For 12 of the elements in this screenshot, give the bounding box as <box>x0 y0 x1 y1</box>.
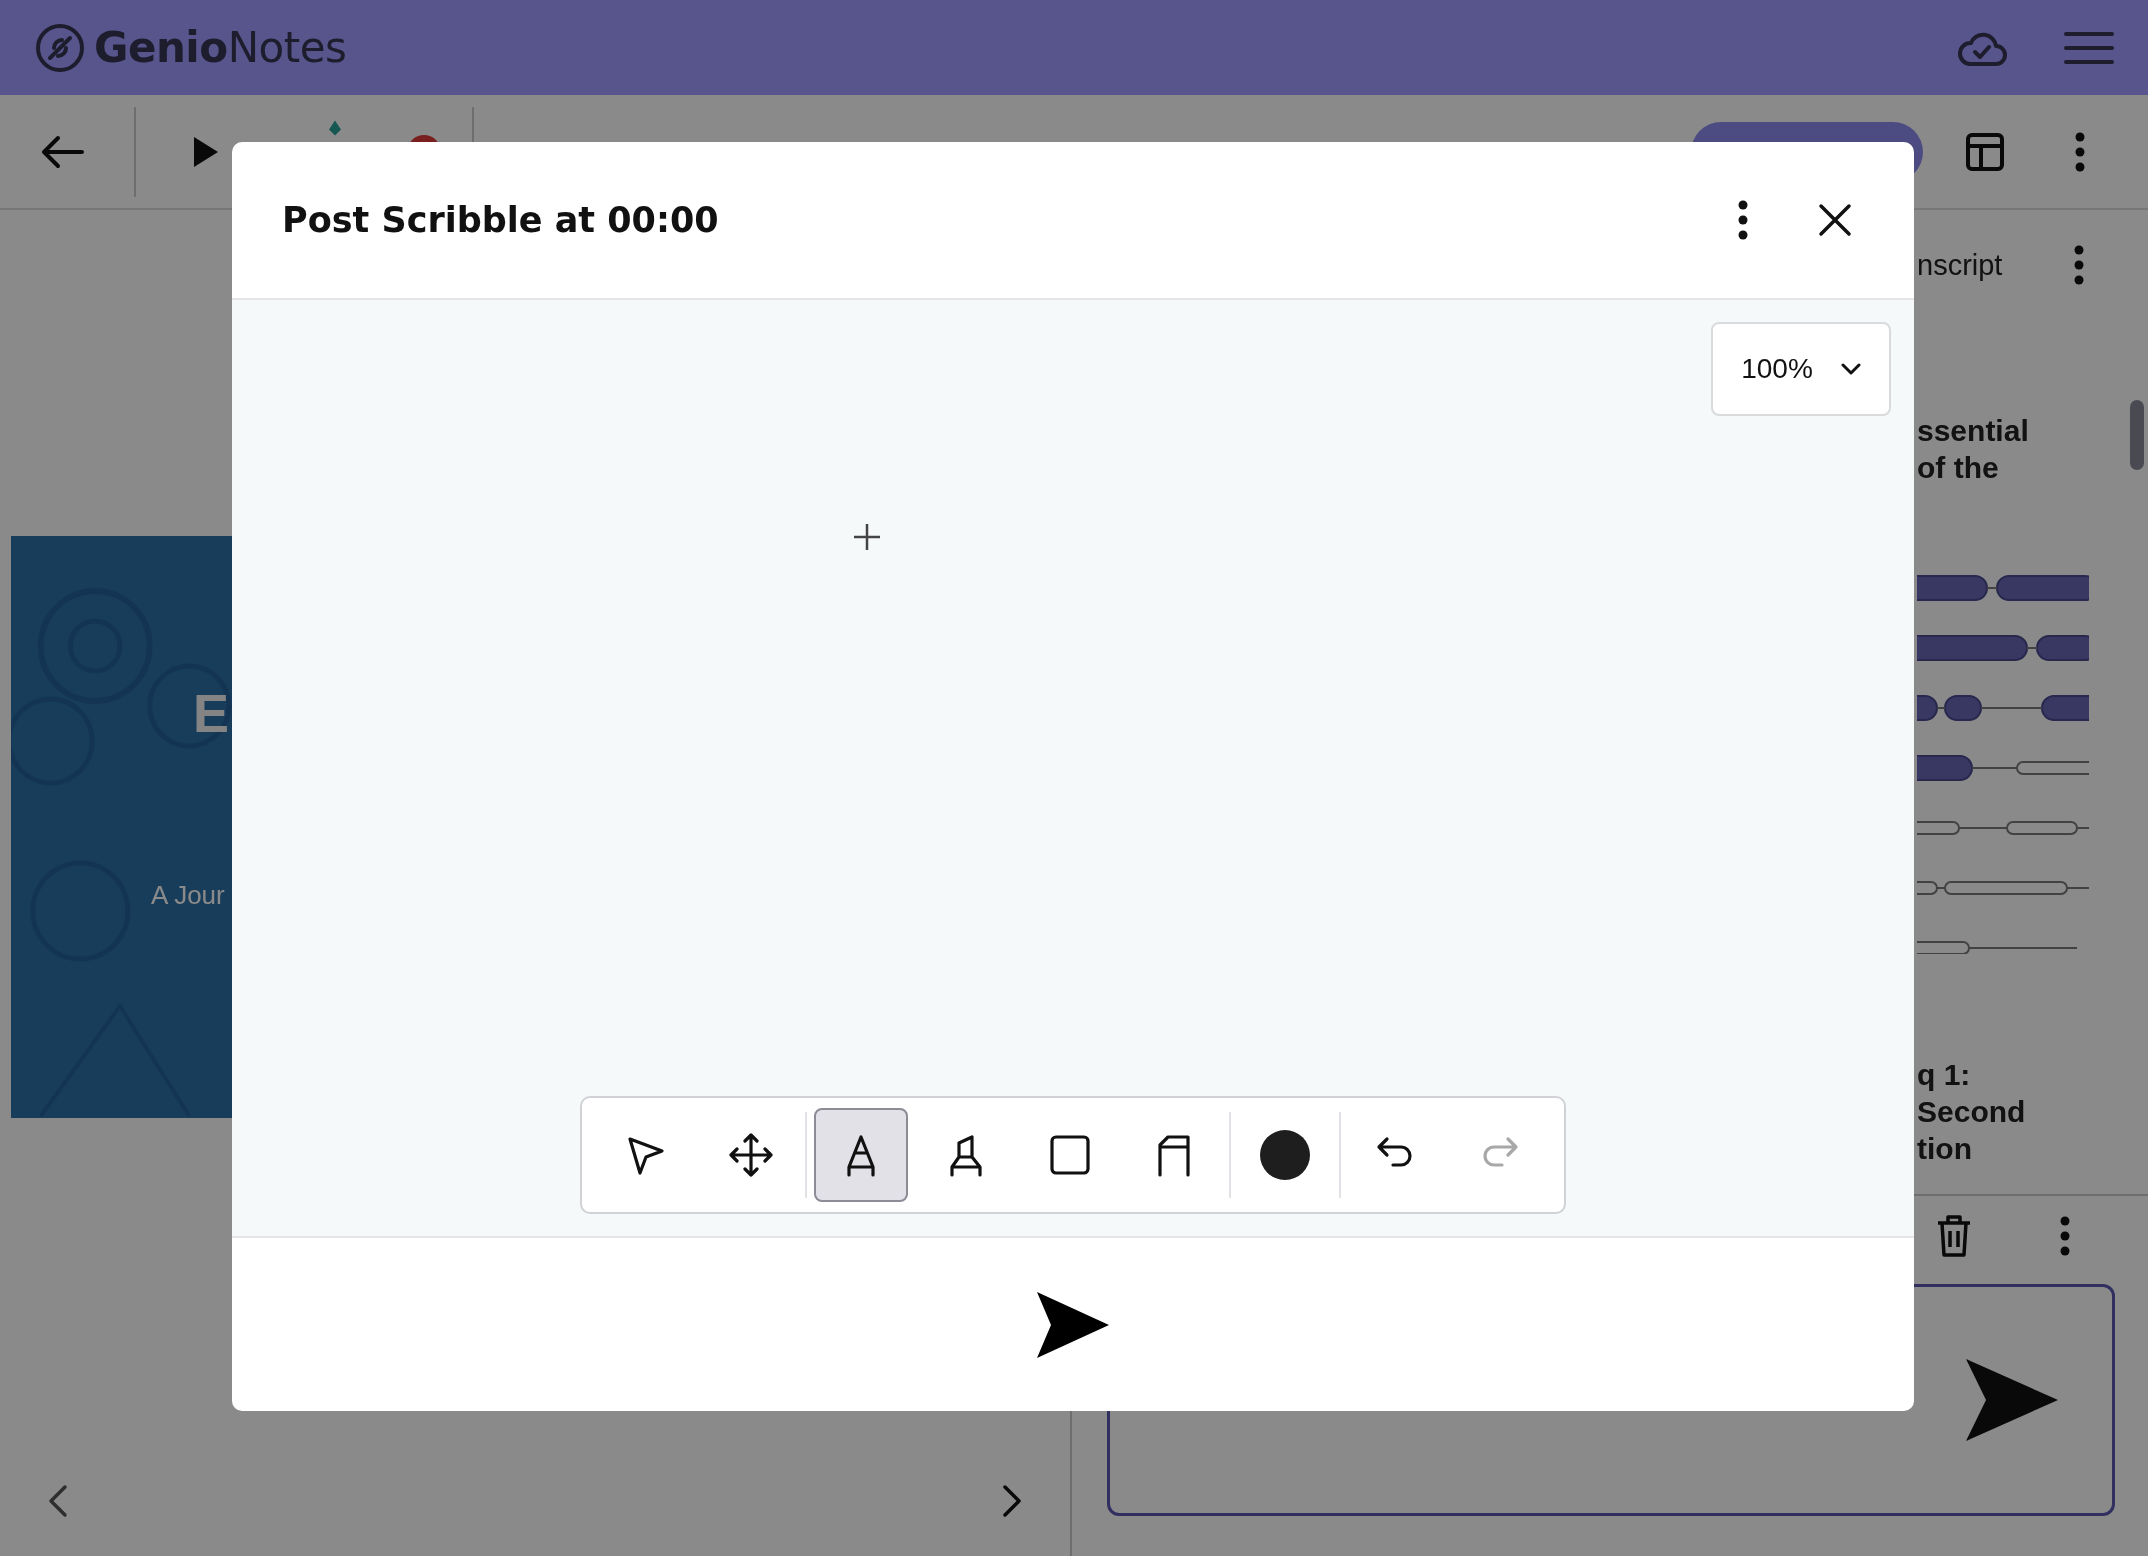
question-text: tion <box>1917 1131 1972 1167</box>
zoom-dropdown[interactable]: 100% <box>1711 322 1891 416</box>
drawing-canvas[interactable]: 100% <box>232 300 1914 1236</box>
app-logo: GenioNotes <box>94 23 347 72</box>
slide-subtitle: A Jour <box>151 880 225 911</box>
heading-text: ssential <box>1917 413 2029 449</box>
heading-text: of the <box>1917 450 1999 486</box>
tab-label[interactable]: nscript <box>1917 248 2003 282</box>
dialog-title: Post Scribble at 00:00 <box>282 200 719 240</box>
question-text: Second <box>1917 1094 2026 1130</box>
question-text: q 1: <box>1917 1057 1971 1093</box>
slide-title: E <box>193 686 230 740</box>
